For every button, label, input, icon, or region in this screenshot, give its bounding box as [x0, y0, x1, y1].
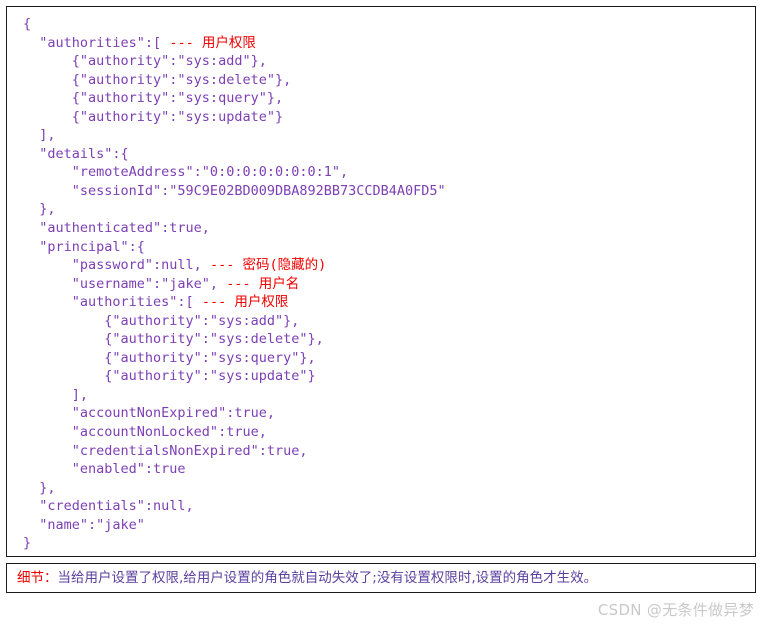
code-line-text: "principal":{ [23, 238, 145, 255]
code-line: {"authority":"sys:delete"}, [23, 71, 755, 90]
code-line: ], [23, 386, 755, 405]
detail-note-label: 细节： [17, 570, 58, 586]
code-line-text: "accountNonLocked":true, [23, 424, 267, 441]
detail-note-block: 细节：当给用户设置了权限,给用户设置的角色就自动失效了;没有设置权限时,设置的角… [6, 563, 756, 593]
json-code-block: { "authorities":[ --- 用户权限 {"authority":… [6, 6, 756, 557]
code-line: "remoteAddress":"0:0:0:0:0:0:0:1", [23, 163, 755, 182]
code-line-text: "authenticated":true, [23, 220, 210, 237]
code-line: "authorities":[ --- 用户权限 [23, 34, 755, 53]
code-line-text: {"authority":"sys:update"} [23, 108, 284, 125]
code-line: "sessionId":"59C9E02BD009DBA892BB73CCDB4… [23, 182, 755, 201]
code-line-text: "accountNonExpired":true, [23, 405, 275, 422]
code-line-text: ], [23, 127, 56, 144]
code-line-text: { [23, 16, 32, 32]
code-annotation: --- 密码(隐藏的) [209, 257, 327, 274]
code-line-text: {"authority":"sys:query"}, [23, 349, 316, 366]
code-line-text: "enabled":true [23, 461, 186, 478]
code-line-text: }, [23, 479, 56, 496]
code-line: {"authority":"sys:delete"}, [23, 330, 755, 349]
code-line: {"authority":"sys:update"} [23, 108, 755, 127]
detail-note-body: 当给用户设置了权限,给用户设置的角色就自动失效了;没有设置权限时,设置的角色才生… [57, 570, 598, 586]
code-line: "authorities":[ --- 用户权限 [23, 293, 755, 312]
code-line-text: {"authority":"sys:add"}, [23, 312, 300, 329]
code-lines-container: { "authorities":[ --- 用户权限 {"authority":… [7, 15, 755, 553]
code-annotation: --- 用户名 [226, 275, 300, 292]
code-line: }, [23, 479, 755, 498]
csdn-watermark: CSDN @无条件做异梦 [597, 601, 754, 619]
code-line: { [23, 15, 755, 34]
code-annotation: --- 用户权限 [169, 34, 256, 51]
code-line: "enabled":true [23, 460, 755, 479]
code-line-text: } [23, 535, 32, 552]
code-line: ], [23, 126, 755, 145]
code-line: "password":null, --- 密码(隐藏的) [23, 256, 755, 275]
detail-note-text: 细节：当给用户设置了权限,给用户设置的角色就自动失效了;没有设置权限时,设置的角… [7, 569, 597, 587]
code-line: "credentialsNonExpired":true, [23, 442, 755, 461]
code-line: "authenticated":true, [23, 219, 755, 238]
code-line: "accountNonExpired":true, [23, 404, 755, 423]
code-line: {"authority":"sys:query"}, [23, 89, 755, 108]
code-line-text: "sessionId":"59C9E02BD009DBA892BB73CCDB4… [23, 182, 446, 199]
code-line: "name":"jake" [23, 516, 755, 535]
code-line: {"authority":"sys:update"} [23, 367, 755, 386]
code-line-text: "name":"jake" [23, 516, 145, 533]
code-line: }, [23, 200, 755, 219]
code-line-text: "remoteAddress":"0:0:0:0:0:0:0:1", [23, 164, 349, 181]
code-line-text: "credentials":null, [23, 498, 194, 515]
code-line: {"authority":"sys:add"}, [23, 312, 755, 331]
code-line: "accountNonLocked":true, [23, 423, 755, 442]
code-line-text: "authorities":[ [23, 34, 170, 51]
code-line: "username":"jake", --- 用户名 [23, 275, 755, 294]
code-line-text: "details":{ [23, 145, 129, 162]
code-annotation: --- 用户权限 [201, 294, 289, 311]
code-line: "credentials":null, [23, 497, 755, 516]
code-line: {"authority":"sys:add"}, [23, 52, 755, 71]
code-line-text: {"authority":"sys:query"}, [23, 90, 284, 107]
code-line-text: {"authority":"sys:update"} [23, 368, 316, 385]
code-line-text: }, [23, 201, 56, 218]
code-line: "principal":{ [23, 238, 755, 257]
code-line-text: "password":null, [23, 257, 210, 274]
code-line-text: ], [23, 386, 89, 403]
code-line-text: {"authority":"sys:add"}, [23, 53, 267, 70]
screenshot-root: { "authorities":[ --- 用户权限 {"authority":… [0, 0, 764, 625]
code-line-text: "username":"jake", [23, 275, 227, 292]
code-line: } [23, 534, 755, 553]
code-line-text: "credentialsNonExpired":true, [23, 442, 308, 459]
code-line-text: {"authority":"sys:delete"}, [23, 331, 324, 348]
code-line: {"authority":"sys:query"}, [23, 349, 755, 368]
code-line: "details":{ [23, 145, 755, 164]
code-line-text: "authorities":[ [23, 294, 202, 311]
code-line-text: {"authority":"sys:delete"}, [23, 71, 292, 88]
